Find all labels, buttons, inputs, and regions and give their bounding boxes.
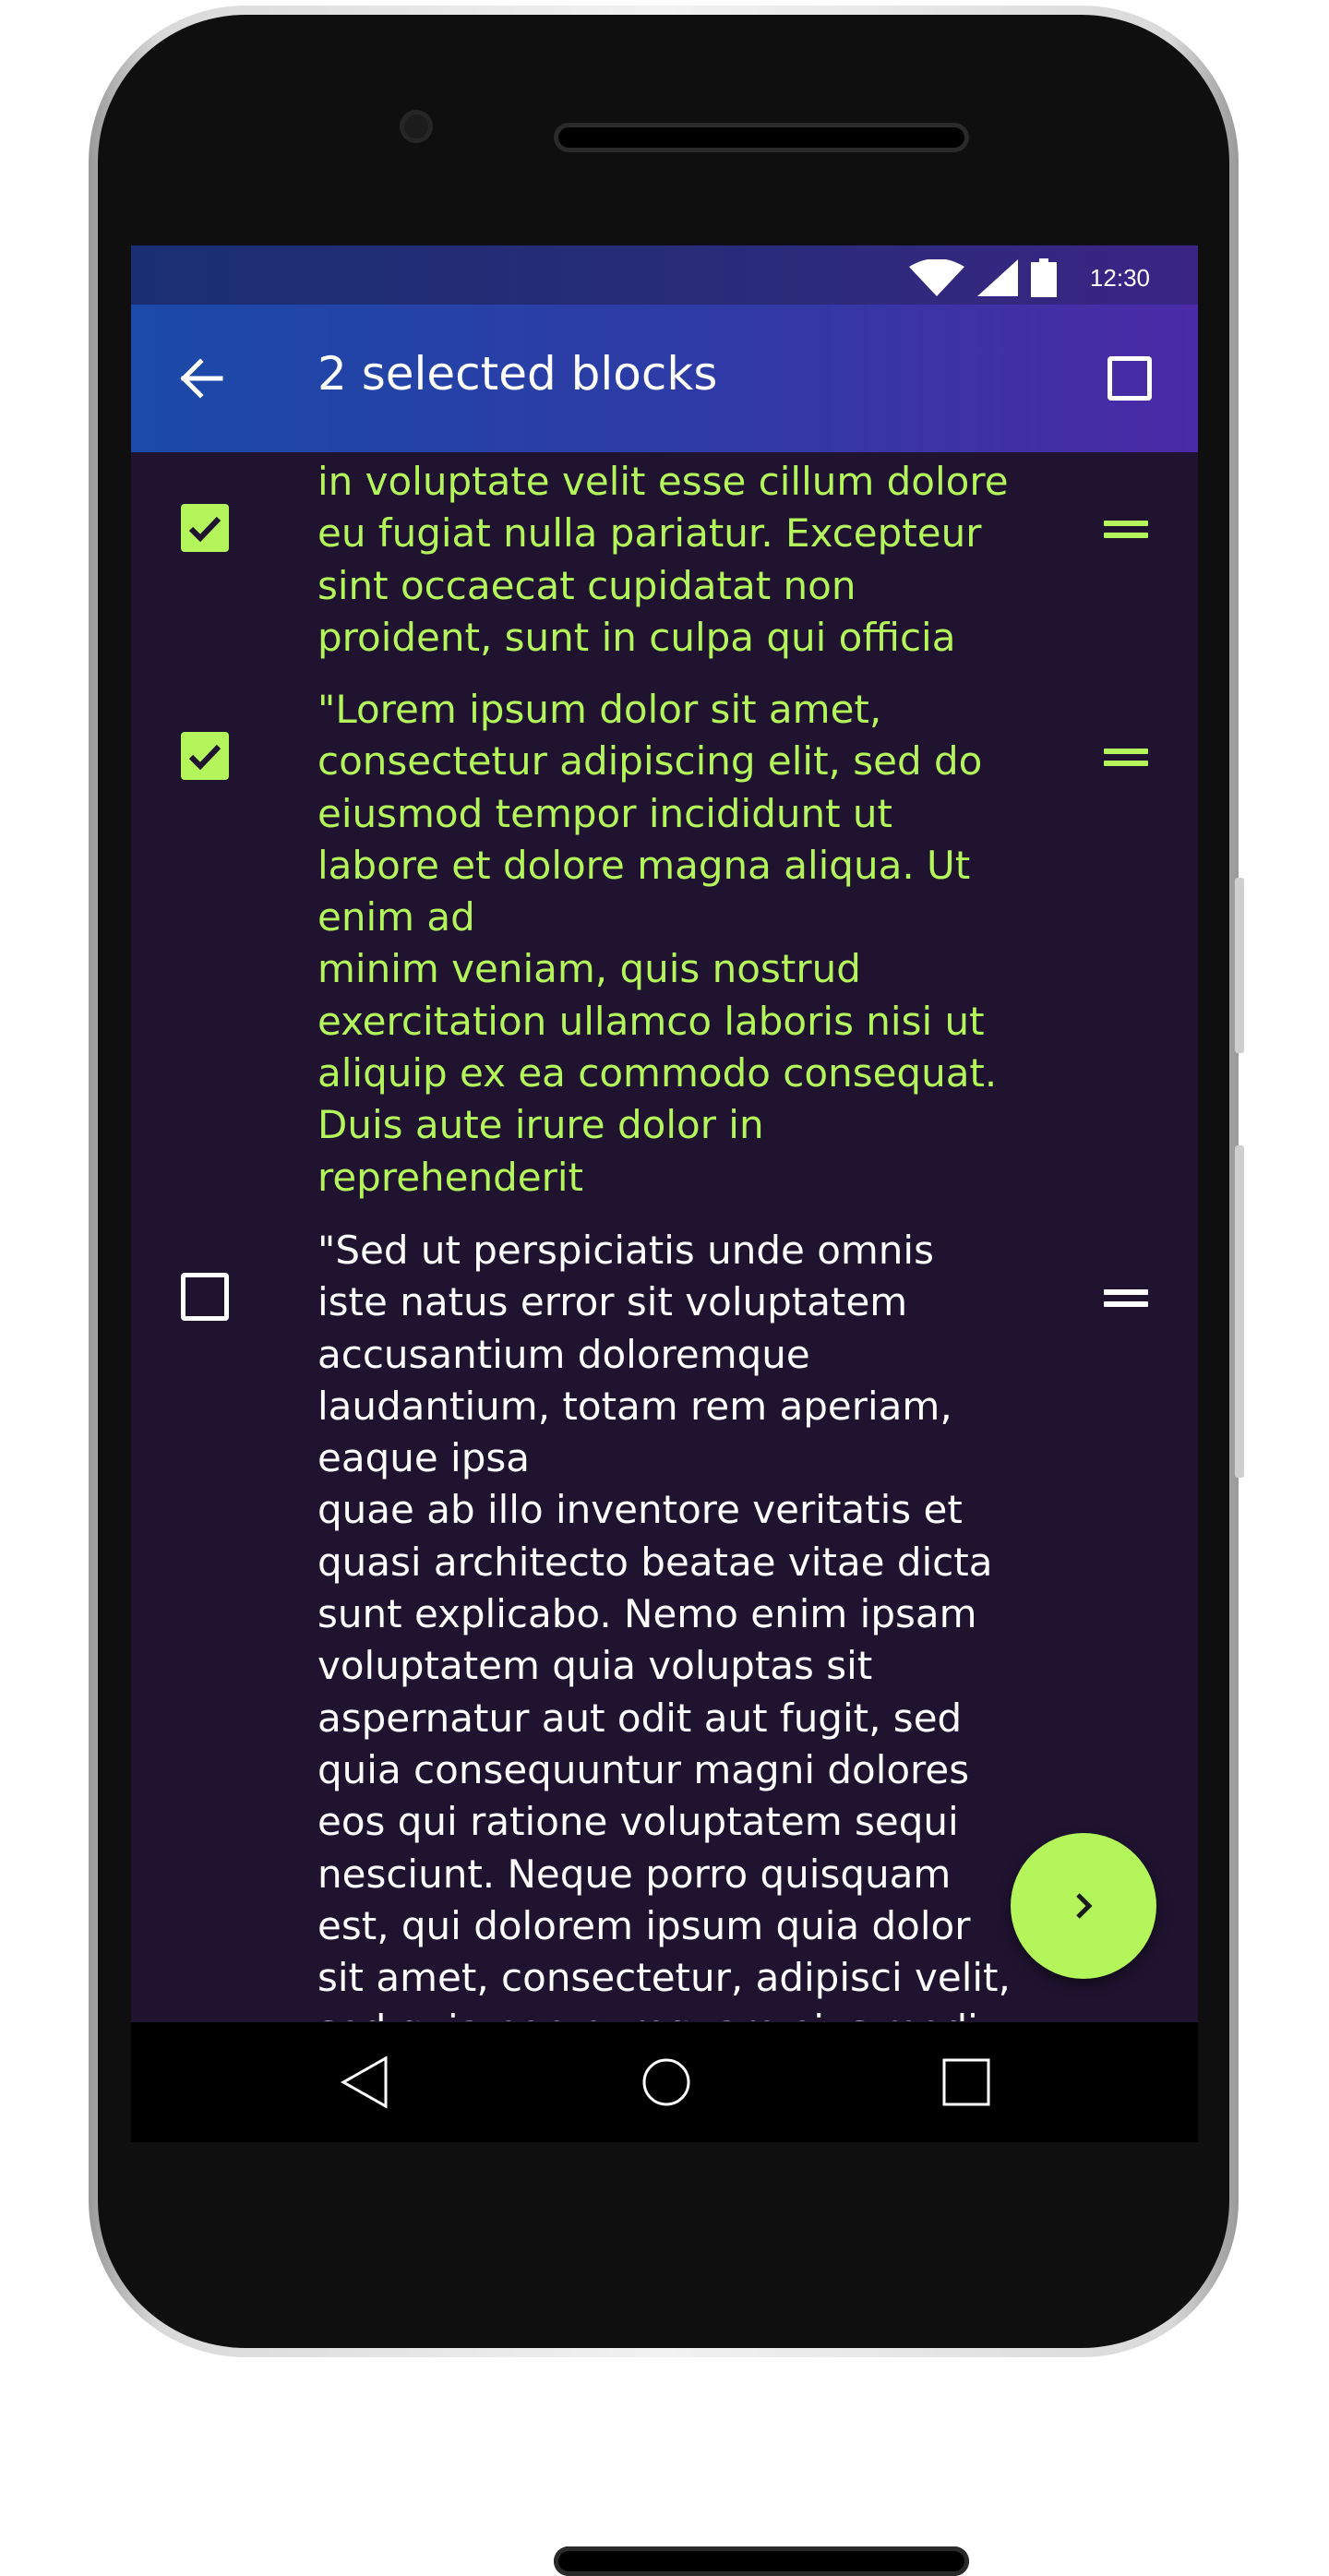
wifi-icon xyxy=(908,259,964,296)
page-title: 2 selected blocks xyxy=(317,347,718,401)
select-all-button[interactable] xyxy=(1108,356,1152,401)
bottom-speaker xyxy=(554,2546,969,2576)
status-bar: 12:30 xyxy=(131,246,1198,305)
status-time: 12:30 xyxy=(1089,263,1150,292)
nav-back-icon xyxy=(340,2055,388,2109)
system-nav-bar xyxy=(131,2022,1198,2142)
block-checkbox[interactable] xyxy=(181,504,229,552)
check-icon xyxy=(188,516,222,543)
nav-home-icon xyxy=(642,2058,690,2106)
status-icons: 12:30 xyxy=(908,258,1150,297)
block-list: in voluptate velit esse cillum dolore eu… xyxy=(131,452,1198,2021)
nav-back-button[interactable] xyxy=(333,2050,398,2115)
battery-icon xyxy=(1030,258,1057,297)
list-item[interactable]: "Lorem ipsum dolor sit amet, consectetur… xyxy=(131,680,1198,1216)
cell-signal-icon xyxy=(976,259,1018,296)
top-speaker xyxy=(554,123,969,152)
nav-home-button[interactable] xyxy=(634,2050,699,2115)
chevron-right-icon xyxy=(1076,1893,1093,1919)
back-button[interactable] xyxy=(172,349,231,408)
device-screen: 12:30 2 selected blocks in voluptate vel… xyxy=(131,246,1198,2142)
front-camera xyxy=(400,110,433,143)
block-checkbox[interactable] xyxy=(181,1273,229,1321)
block-checkbox[interactable] xyxy=(181,732,229,780)
next-fab-button[interactable] xyxy=(1011,1833,1156,1979)
check-icon xyxy=(188,744,222,771)
nav-recents-button[interactable] xyxy=(934,2050,999,2115)
nav-recents-icon xyxy=(942,2058,990,2106)
drag-handle-icon[interactable] xyxy=(1104,749,1148,767)
volume-button xyxy=(1235,1145,1244,1478)
drag-handle-icon[interactable] xyxy=(1104,521,1148,539)
list-item[interactable]: in voluptate velit esse cillum dolore eu… xyxy=(131,452,1198,676)
power-button xyxy=(1235,878,1244,1053)
app-bar: 2 selected blocks xyxy=(131,305,1198,452)
block-text: in voluptate velit esse cillum dolore eu… xyxy=(317,459,1009,660)
block-text: "Lorem ipsum dolor sit amet, consectetur… xyxy=(317,687,998,1200)
block-text: "Sed ut perspiciatis unde omnis iste nat… xyxy=(317,1228,1011,2021)
drag-handle-icon[interactable] xyxy=(1104,1289,1148,1308)
arrow-left-icon xyxy=(180,358,223,399)
